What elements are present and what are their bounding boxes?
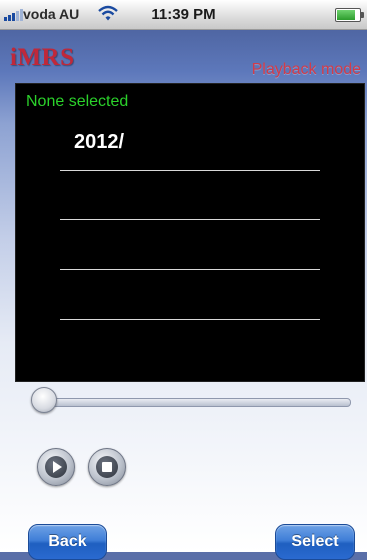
playback-slider-thumb[interactable] xyxy=(31,387,57,413)
app-screen: iMRS Playback mode None selected 2012/ B… xyxy=(0,30,367,560)
app-logo: iMRS xyxy=(10,44,75,71)
back-button[interactable]: Back xyxy=(28,524,107,560)
select-button[interactable]: Select xyxy=(275,524,355,560)
list-divider xyxy=(60,269,320,270)
list-item[interactable]: 2012/ xyxy=(74,131,124,154)
play-icon xyxy=(45,456,67,478)
stop-icon xyxy=(96,456,118,478)
list-divider xyxy=(60,170,320,171)
stop-button[interactable] xyxy=(88,448,126,486)
playback-slider-track[interactable] xyxy=(40,398,351,407)
list-divider xyxy=(60,319,320,320)
list-divider xyxy=(60,219,320,220)
battery-icon xyxy=(335,8,364,22)
status-time: 11:39 PM xyxy=(151,6,216,23)
mode-label: Playback mode xyxy=(251,61,361,78)
file-list-panel: None selected 2012/ xyxy=(15,83,365,382)
selection-status: None selected xyxy=(26,93,129,110)
play-button[interactable] xyxy=(37,448,75,486)
status-bar: voda AU 11:39 PM xyxy=(0,0,367,30)
